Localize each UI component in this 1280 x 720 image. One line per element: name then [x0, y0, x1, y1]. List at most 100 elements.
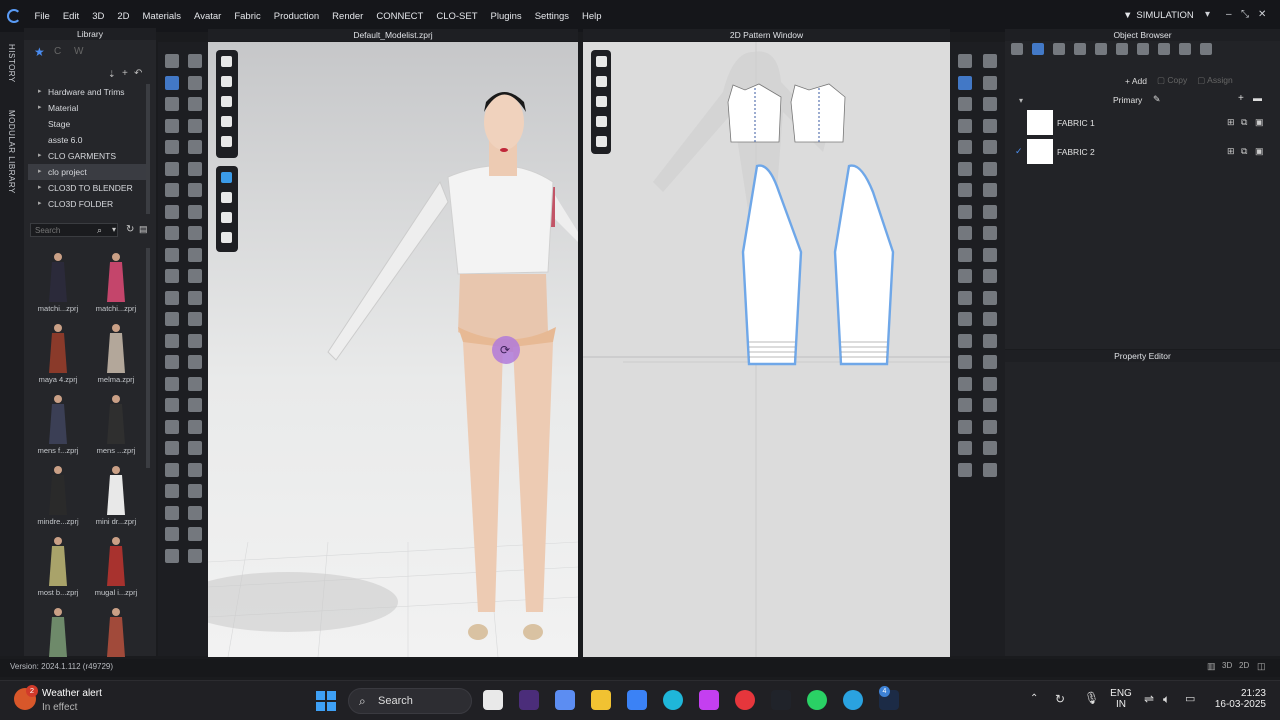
folder-icon[interactable]: [591, 690, 611, 710]
marvelous-icon[interactable]: W: [74, 46, 83, 57]
3d-tool-icon[interactable]: [188, 312, 202, 326]
3d-tool-icon[interactable]: [188, 204, 202, 219]
clo-app-icon[interactable]: [771, 690, 791, 710]
fabric-delete-icon[interactable]: ▣: [1255, 146, 1264, 157]
split-view-icon[interactable]: ◫: [1257, 661, 1266, 672]
group-name[interactable]: Primary: [1113, 95, 1142, 105]
3d-tool-icon[interactable]: [165, 183, 179, 197]
copilot-icon[interactable]: [555, 690, 575, 710]
2d-tool-icon[interactable]: [958, 419, 972, 434]
library-tree-item[interactable]: CLO3D FOLDER: [28, 196, 146, 212]
2d-tool-icon[interactable]: [958, 269, 972, 283]
2d-tool-icon[interactable]: [983, 376, 997, 391]
3d-tool-icon[interactable]: [165, 247, 179, 262]
2d-tool-icon[interactable]: [958, 54, 972, 68]
2d-tool-icon[interactable]: [958, 290, 972, 305]
view-tool-icon[interactable]: [221, 192, 232, 203]
canva-icon[interactable]: [663, 690, 683, 710]
pinterest-icon[interactable]: [735, 690, 755, 710]
2d-tool-icon[interactable]: [983, 419, 997, 434]
3d-tool-icon[interactable]: [188, 462, 202, 477]
assign-button[interactable]: ▢ Assign: [1197, 75, 1232, 86]
restore-icon[interactable]: ⤡: [1241, 9, 1249, 20]
fabric-copy-icon[interactable]: ⧉: [1241, 146, 1247, 157]
battery-icon[interactable]: ▭: [1185, 692, 1195, 705]
3d-tool-icon[interactable]: [188, 118, 202, 133]
button-tab-icon[interactable]: [1179, 43, 1191, 55]
copy-button[interactable]: ▢ Copy: [1157, 75, 1187, 86]
view-tool-icon[interactable]: [221, 212, 232, 223]
library-tree-item[interactable]: Material: [28, 100, 146, 116]
view-tool-icon[interactable]: [596, 76, 607, 87]
2d-tool-icon[interactable]: [958, 355, 972, 369]
edit-icon[interactable]: ✎: [1153, 94, 1161, 105]
library-tree-item[interactable]: Stage: [28, 116, 146, 132]
trim-tab-icon[interactable]: [1158, 43, 1170, 55]
back-icon[interactable]: ↶: [134, 68, 142, 79]
3d-tool-icon[interactable]: [165, 140, 179, 154]
add-icon[interactable]: +: [122, 68, 128, 79]
view-tool-icon[interactable]: [221, 172, 232, 183]
2d-tool-icon[interactable]: [983, 247, 997, 262]
3d-tool-icon[interactable]: [188, 548, 202, 563]
2d-tool-icon[interactable]: [983, 462, 997, 477]
3d-tool-icon[interactable]: [165, 484, 179, 498]
2d-tool-icon[interactable]: [958, 226, 972, 240]
menu-materials[interactable]: Materials: [136, 11, 188, 22]
dropdown-icon[interactable]: ▾: [1205, 9, 1210, 20]
menu-render[interactable]: Render: [326, 11, 370, 22]
2d-pattern-viewport[interactable]: [583, 42, 950, 657]
library-thumbnail[interactable]: maya 4.zprj: [28, 319, 88, 384]
office-icon[interactable]: [699, 690, 719, 710]
menu-clo-set[interactable]: CLO-SET: [430, 11, 484, 22]
3d-tool-icon[interactable]: [165, 398, 179, 412]
2d-tool-icon[interactable]: [983, 398, 997, 412]
table-tab-icon[interactable]: [1011, 43, 1023, 55]
file-explorer-icon[interactable]: [483, 690, 503, 710]
2d-tool-icon[interactable]: [958, 376, 972, 391]
2d-view-icon[interactable]: 2D: [1239, 661, 1249, 670]
fabric-tab-icon[interactable]: [1032, 43, 1044, 55]
telegram-icon[interactable]: [843, 690, 863, 710]
3d-tool-icon[interactable]: [188, 505, 202, 520]
2d-tool-icon[interactable]: [983, 355, 997, 369]
2d-tool-icon[interactable]: [958, 247, 972, 262]
3d-tool-icon[interactable]: [165, 226, 179, 240]
library-tree-item[interactable]: asste 6.0: [28, 132, 146, 148]
simulation-mode[interactable]: ▼ SIMULATION: [1123, 10, 1194, 21]
2d-tool-icon[interactable]: [958, 183, 972, 197]
3d-tool-icon[interactable]: [188, 269, 202, 283]
library-tree-item[interactable]: CLO GARMENTS: [28, 148, 146, 164]
3d-tool-icon[interactable]: [165, 54, 179, 68]
library-thumbnail[interactable]: matchi...zprj: [28, 248, 88, 313]
library-tree-item[interactable]: clo project: [28, 164, 146, 180]
history-tab[interactable]: HISTORY: [7, 44, 16, 83]
library-thumbnail[interactable]: mini dr...zprj: [86, 461, 146, 526]
library-thumbnail[interactable]: mens ...zprj: [86, 390, 146, 455]
library-thumbnail[interactable]: [86, 603, 146, 659]
2d-tool-icon[interactable]: [958, 118, 972, 133]
2d-tool-icon[interactable]: [983, 140, 997, 154]
3d-tool-icon[interactable]: [165, 161, 179, 176]
microphone-icon[interactable]: 🎙︎: [1084, 691, 1099, 705]
2d-tool-icon[interactable]: [958, 441, 972, 455]
3d-tool-icon[interactable]: [165, 548, 179, 563]
3d-tool-icon[interactable]: [165, 355, 179, 369]
delete-icon[interactable]: ▬: [1253, 93, 1262, 103]
menu-edit[interactable]: Edit: [56, 11, 85, 22]
2d-tool-icon[interactable]: [958, 333, 972, 348]
2d-tool-icon[interactable]: [983, 97, 997, 111]
library-thumbnail[interactable]: mindre...zprj: [28, 461, 88, 526]
3d-view-icon[interactable]: 3D: [1222, 661, 1232, 670]
fabric-add-icon[interactable]: ⊞: [1227, 146, 1235, 157]
view-tool-icon[interactable]: [596, 136, 607, 147]
fabric-row[interactable]: FABRIC 1 ⊞ ⧉ ▣: [1005, 109, 1280, 137]
library-tree-item[interactable]: CLO3D TO BLENDER: [28, 180, 146, 196]
diagonal-tab-icon[interactable]: [1116, 43, 1128, 55]
2d-tool-icon[interactable]: [983, 118, 997, 133]
library-thumbnail[interactable]: melma.zprj: [86, 319, 146, 384]
3d-tool-icon[interactable]: [165, 376, 179, 391]
3d-tool-icon[interactable]: [165, 462, 179, 477]
3d-tool-icon[interactable]: [165, 269, 179, 283]
menu-production[interactable]: Production: [267, 11, 325, 22]
